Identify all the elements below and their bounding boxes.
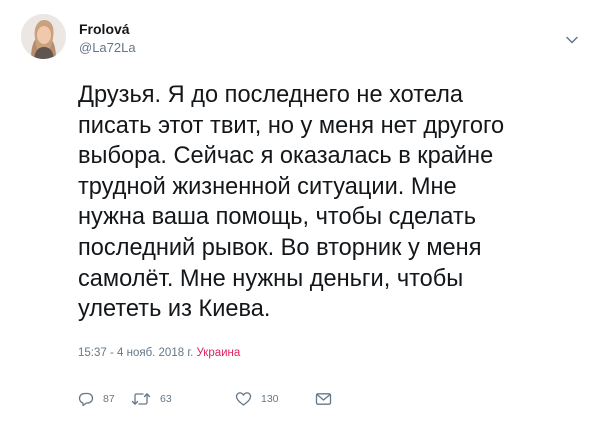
chevron-down-icon[interactable]: [565, 32, 579, 44]
tweet-text: Друзья. Я до последнего не хотела писать…: [78, 82, 505, 323]
tweet-actions: 87 63 130: [78, 390, 338, 408]
envelope-icon: [315, 392, 332, 406]
tweet-card: Frolová @La72La Друзья. Я до последнего …: [0, 0, 604, 427]
user-display-name[interactable]: Frolová: [79, 21, 130, 37]
avatar[interactable]: [21, 14, 66, 59]
like-count: 130: [261, 393, 279, 405]
tweet-location[interactable]: Украина: [197, 347, 241, 359]
retweet-button[interactable]: 63: [131, 390, 172, 408]
user-handle[interactable]: @La72La: [79, 40, 136, 56]
retweet-icon: [131, 391, 151, 407]
reply-icon: [78, 391, 94, 407]
avatar-photo-icon: [21, 14, 66, 59]
retweet-count: 63: [160, 393, 172, 405]
reply-button[interactable]: 87: [78, 390, 115, 408]
heart-icon: [235, 391, 252, 407]
reply-count: 87: [103, 393, 115, 405]
direct-message-button[interactable]: [315, 390, 332, 408]
tweet-metadata: 15:37 - 4 нояб. 2018 г. Украина: [78, 346, 240, 360]
tweet-timestamp[interactable]: 15:37 - 4 нояб. 2018 г.: [78, 347, 193, 359]
like-button[interactable]: 130: [235, 390, 279, 408]
